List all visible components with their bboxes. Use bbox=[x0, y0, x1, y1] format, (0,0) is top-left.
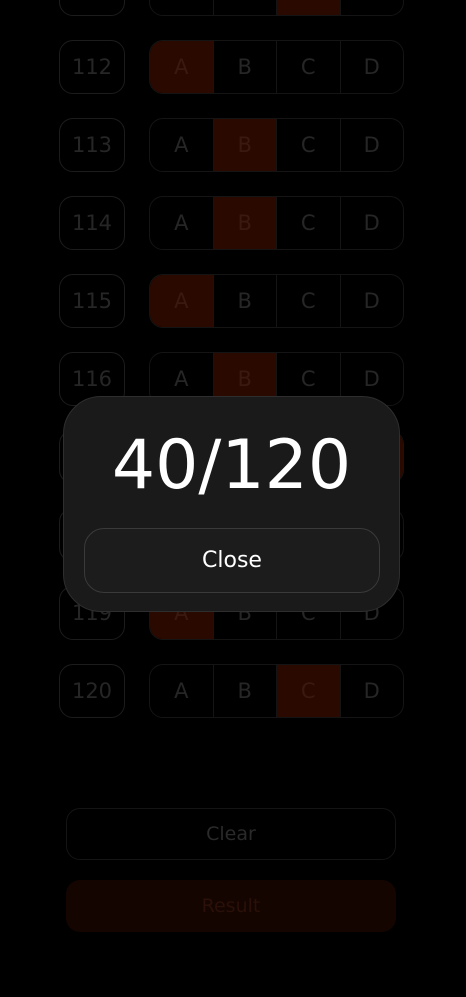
answer-sheet-page: ABCD112ABCD113ABCD114ABCD115ABCD116ABCD1… bbox=[0, 0, 466, 997]
close-button-label: Close bbox=[202, 548, 262, 573]
score-modal: 40/120 Close bbox=[63, 396, 400, 612]
close-button[interactable]: Close bbox=[84, 528, 380, 593]
score-text: 40/120 bbox=[111, 426, 352, 505]
